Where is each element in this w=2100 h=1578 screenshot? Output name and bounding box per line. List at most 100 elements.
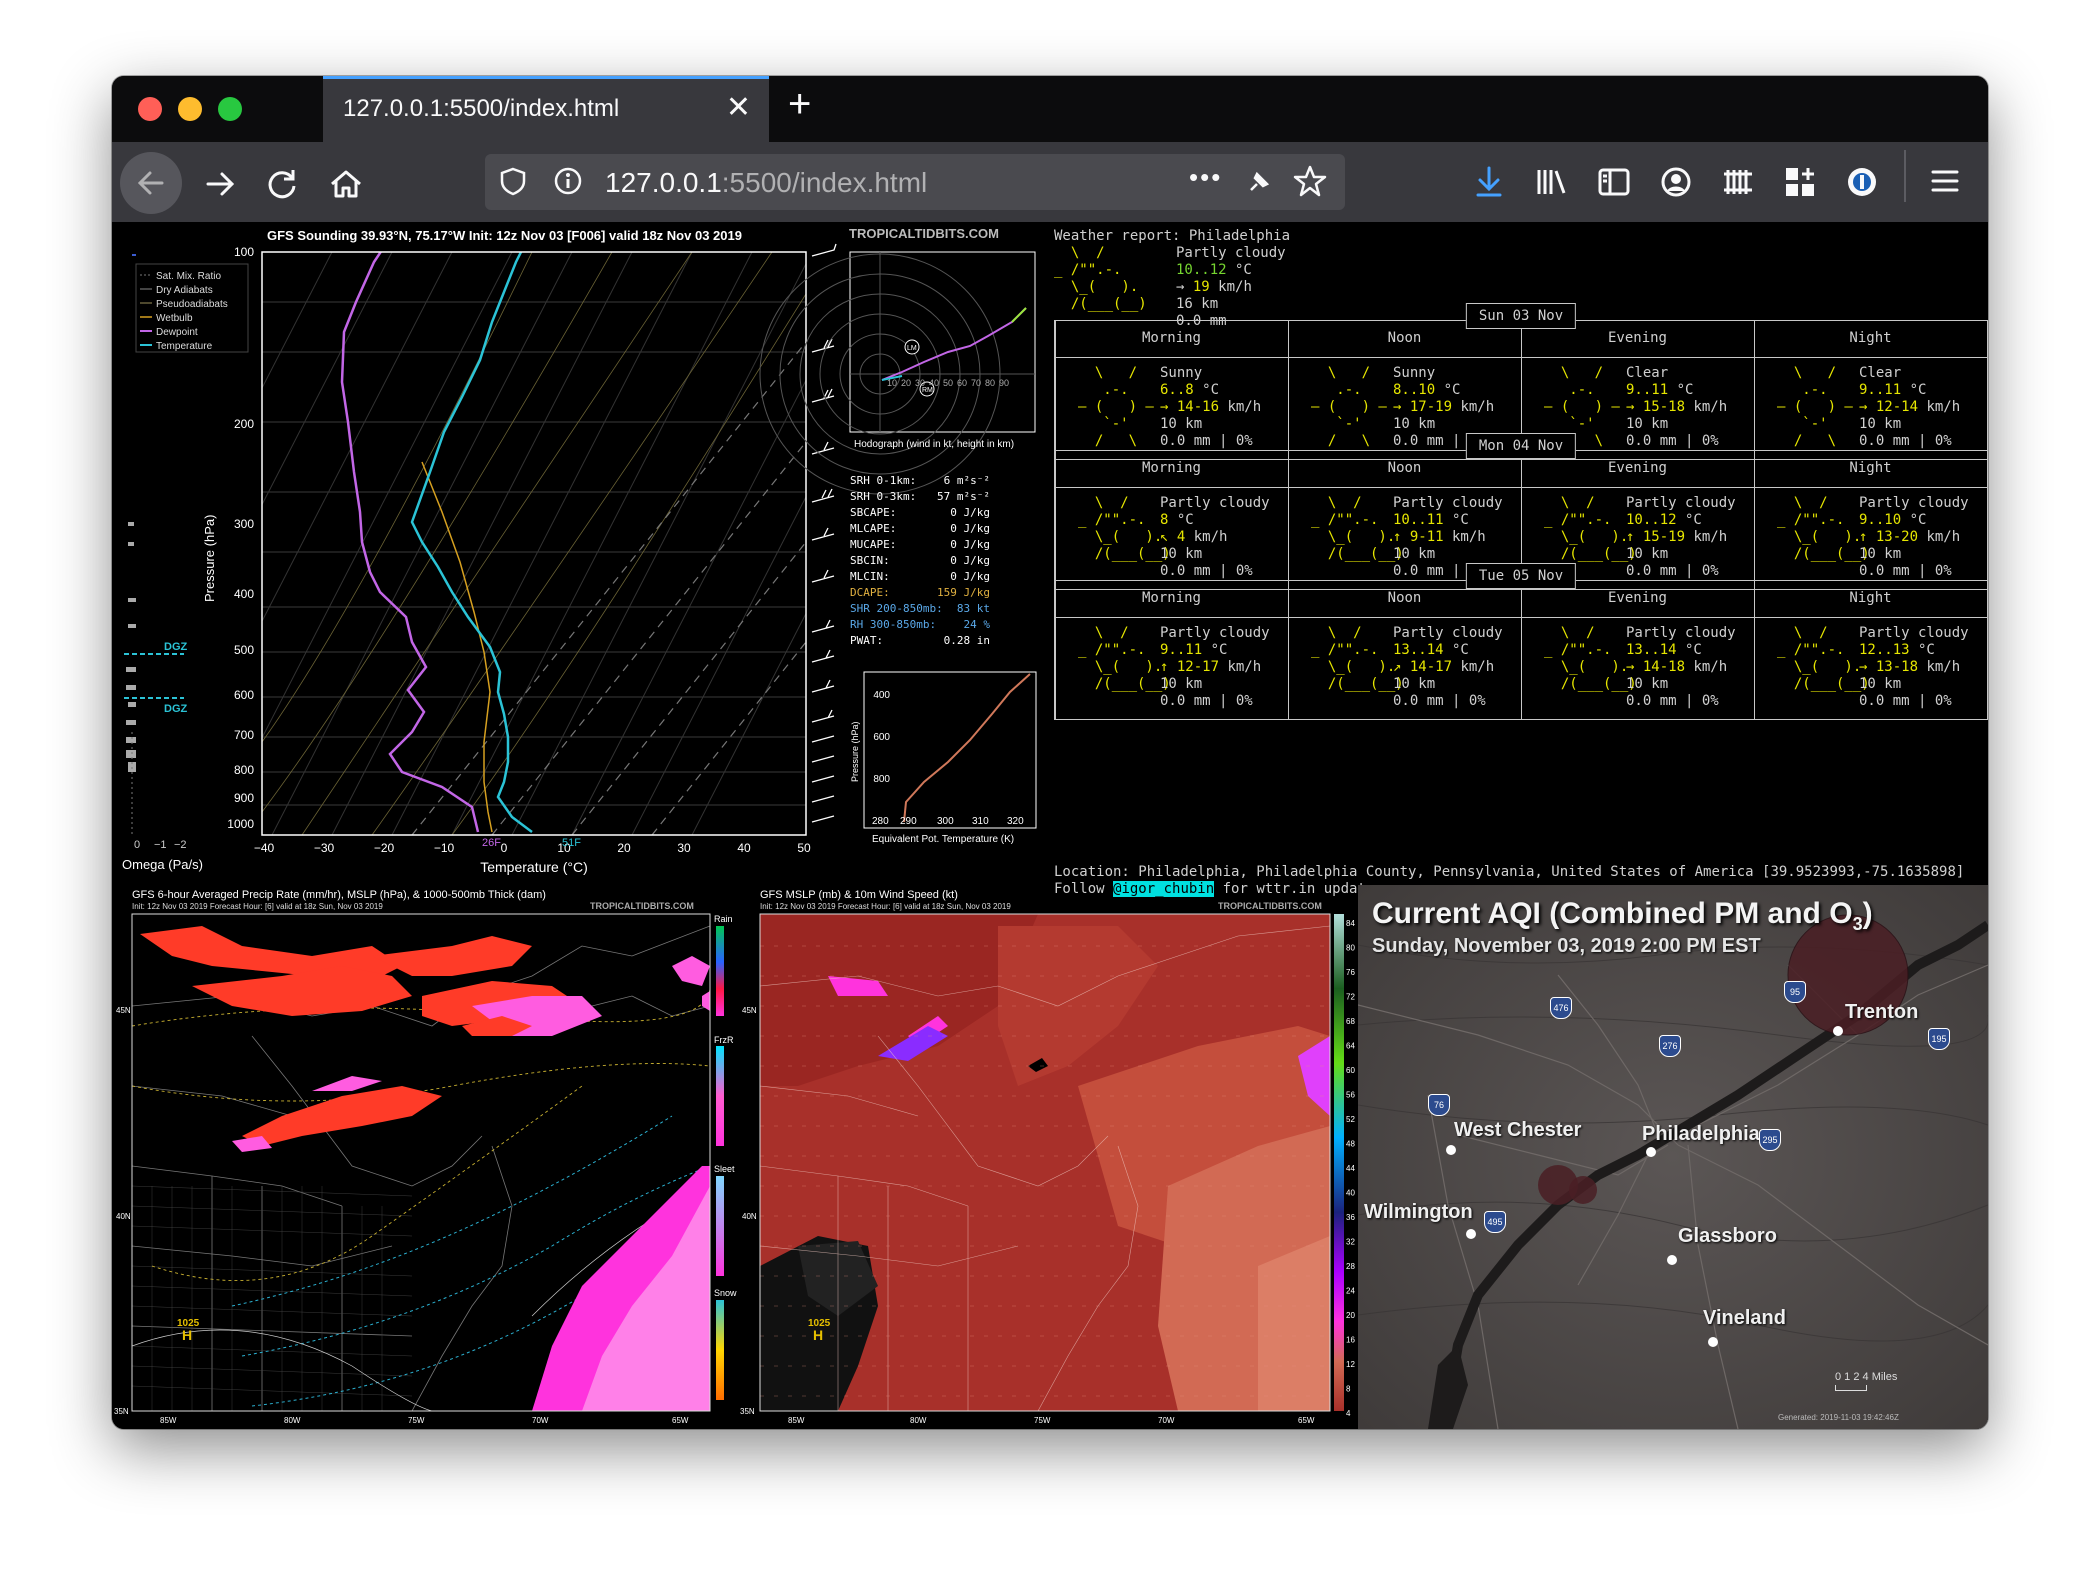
wind-lat-45: 45N — [742, 1006, 757, 1015]
legend-wetbulb: Wetbulb — [156, 313, 193, 324]
param-val-5: 0 J/kg — [950, 554, 990, 567]
forecast-period: Night \ / .-. ― ( ) ― `-' / \ Clear 9..11… — [1754, 321, 1986, 459]
wind-lon-75: 75W — [1034, 1416, 1051, 1425]
site-info-icon[interactable] — [553, 166, 583, 203]
period-info: Partly cloudy 13..14 °C → 14-18 km/h 10 km 0… — [1626, 625, 1736, 710]
bookmark-star-icon[interactable] — [1293, 164, 1327, 205]
current-weather-info: Partly cloudy 10..12 °C → 19 km/h 16 km … — [1176, 245, 1286, 330]
forecast-period: Night \ / _ /"".-. \_( ). /(___(__) Partl… — [1754, 451, 1986, 589]
new-tab-button[interactable]: + — [788, 82, 811, 127]
url-bar[interactable]: 127.0.0.1:5500/index.html ••• — [485, 154, 1345, 210]
page-actions-icon[interactable]: ••• — [1189, 162, 1222, 193]
period-visibility: 10 km — [1160, 416, 1203, 432]
aqi-title-end: ) — [1862, 897, 1873, 930]
hodograph: LM RM 10 20 30 40 50 60 70 80 90 Hodogra… — [759, 251, 1036, 495]
period-condition: Sunny — [1393, 365, 1436, 381]
precip-lat-40: 40N — [116, 1212, 131, 1221]
close-window-button[interactable] — [138, 97, 162, 121]
period-temp-unit: °C — [1901, 382, 1927, 398]
t-tick-20: 20 — [617, 841, 631, 855]
wind-lat-40: 40N — [742, 1212, 757, 1221]
period-wind-unit: km/h — [1452, 399, 1495, 415]
legend-pseudoadiabats: Pseudoadiabats — [156, 299, 228, 310]
period-visibility: 10 km — [1859, 546, 1902, 562]
theta-e-panel: 400 600 800 280 290 300 310 320 Equivale… — [850, 671, 1037, 845]
period-temp: 8..10 — [1393, 382, 1436, 398]
param-key-5: SBCIN: — [850, 554, 890, 567]
minimize-window-button[interactable] — [178, 97, 202, 121]
pin-icon[interactable] — [1243, 166, 1275, 205]
period-temp-unit: °C — [1435, 382, 1461, 398]
weather-icon-art: \ / _ /"".-. \_( ). /(___(__) — [1777, 625, 1870, 692]
period-precip: 0.0 mm | 0% — [1393, 693, 1486, 709]
period-name: Noon — [1387, 460, 1422, 476]
period-temp-row: 12..13 °C — [1859, 642, 1969, 659]
forecast-day-label: Mon 04 Nov — [1465, 433, 1577, 459]
tab-active[interactable]: 127.0.0.1:5500/index.html ✕ — [323, 76, 769, 142]
period-visibility: 10 km — [1626, 676, 1669, 692]
weather-icon-art: \ / _ /"".-. \_( ). /(___(__) — [1078, 625, 1171, 692]
precip-lon-65: 65W — [672, 1416, 689, 1425]
current-wind: 19 — [1192, 279, 1210, 295]
wind-lon-65: 65W — [1298, 1416, 1315, 1425]
home-button[interactable] — [318, 156, 374, 212]
period-precip: 0.0 mm | 0% — [1859, 693, 1952, 709]
param-val-3: 0 J/kg — [950, 522, 990, 535]
extension-grid-icon[interactable] — [1720, 164, 1756, 208]
back-button[interactable] — [120, 152, 182, 214]
url-text[interactable]: 127.0.0.1:5500/index.html — [605, 167, 927, 199]
current-wind-arrow: → — [1176, 279, 1185, 295]
precip-map-title: GFS 6-hour Averaged Precip Rate (mm/hr),… — [132, 889, 546, 901]
tab-close-icon[interactable]: ✕ — [726, 90, 751, 125]
downloads-icon[interactable] — [1472, 164, 1506, 208]
sidebar-icon[interactable] — [1596, 164, 1632, 208]
period-precip: 0.0 mm | 0% — [1160, 693, 1253, 709]
period-info: Partly cloudy 12..13 °C → 13-18 km/h 10 km 0… — [1859, 625, 1969, 710]
period-name: Night — [1849, 590, 1892, 606]
period-condition: Partly cloudy — [1626, 625, 1736, 641]
param-key-9: RH 300-850mb: — [850, 618, 936, 631]
extensions-icon[interactable] — [1782, 164, 1818, 208]
period-name: Morning — [1141, 460, 1201, 476]
t-tick-30: 30 — [677, 841, 691, 855]
account-icon[interactable] — [1658, 164, 1694, 208]
reload-button[interactable] — [254, 156, 310, 212]
period-wind-row: ↖ 4 km/h — [1160, 529, 1270, 546]
shield-icon[interactable] — [499, 166, 527, 203]
shield-195: 195 — [1928, 1028, 1950, 1050]
param-key-10: PWAT: — [850, 634, 883, 647]
zoom-window-button[interactable] — [218, 97, 242, 121]
wind-scale-tick: 84 — [1346, 919, 1355, 928]
password-manager-icon[interactable] — [1844, 164, 1880, 208]
omega-tick-0: 0 — [134, 839, 140, 851]
param-val-9: 24 % — [964, 618, 991, 631]
period-wind-row: ↑ 15-19 km/h — [1626, 529, 1736, 546]
precip-lon-80: 80W — [284, 1416, 301, 1425]
forward-button[interactable] — [192, 156, 248, 212]
precip-map-panel: GFS 6-hour Averaged Precip Rate (mm/hr),… — [114, 889, 737, 1425]
weather-header: Weather report: Philadelphia — [1054, 228, 1291, 244]
home-icon — [331, 170, 361, 198]
period-wind-row: ↑ 13-20 km/h — [1859, 529, 1969, 546]
dgz-label-top: DGZ — [164, 641, 188, 653]
hamburger-menu-icon[interactable] — [1928, 164, 1962, 206]
library-icon[interactable] — [1534, 164, 1570, 208]
period-wind: → 14-16 — [1160, 399, 1220, 415]
legend-sat-mix: Sat. Mix. Ratio — [156, 271, 221, 282]
hodo-tick-20: 20 — [901, 378, 911, 388]
city-west-chester: West Chester — [1454, 1119, 1582, 1141]
hodo-tick-30: 30 — [915, 378, 925, 388]
period-wind-row: → 15-18 km/h — [1626, 399, 1727, 416]
weather-icon-art: \ / .-. ― ( ) ― `-' / \ — [1777, 365, 1853, 449]
period-wind-unit: km/h — [1452, 659, 1495, 675]
param-val-2: 0 J/kg — [950, 506, 990, 519]
p-tick-200: 200 — [234, 417, 254, 431]
param-key-6: MLCIN: — [850, 570, 890, 583]
period-visibility: 10 km — [1859, 676, 1902, 692]
period-wind-unit: km/h — [1685, 659, 1728, 675]
tab-title: 127.0.0.1:5500/index.html — [343, 95, 620, 122]
period-precip: 0.0 mm | 0% — [1626, 693, 1719, 709]
precip-lat-35: 35N — [114, 1407, 129, 1416]
period-name: Noon — [1387, 590, 1422, 606]
period-wind: ↑ 12-17 — [1160, 659, 1220, 675]
